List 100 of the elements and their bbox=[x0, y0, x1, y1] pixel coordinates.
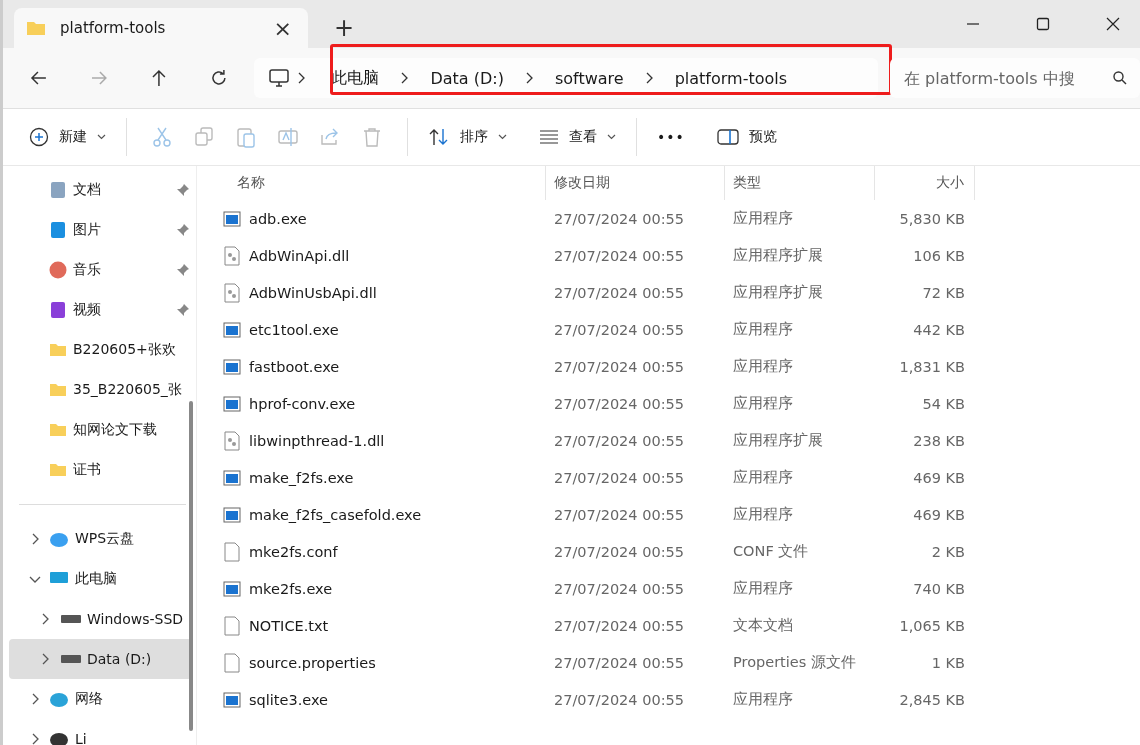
chevron-icon bbox=[645, 72, 653, 84]
caret-icon bbox=[97, 134, 106, 140]
scrollbar[interactable] bbox=[189, 401, 193, 731]
caret-icon bbox=[607, 134, 616, 140]
date-cell-text: 27/07/2024 00:55 bbox=[553, 617, 685, 634]
application-icon bbox=[223, 504, 241, 525]
date-cell-text: 27/07/2024 00:55 bbox=[553, 506, 685, 523]
file-name-cell[interactable]: libwinpthread-1.dll bbox=[203, 430, 546, 451]
date-cell-text: 27/07/2024 00:55 bbox=[553, 654, 685, 671]
folder-icon bbox=[49, 381, 67, 399]
close-tab-button[interactable]: × bbox=[267, 15, 298, 41]
breadcrumb-item[interactable]: platform-tools bbox=[674, 68, 788, 88]
tab-title: platform-tools bbox=[60, 19, 167, 37]
breadcrumb-item[interactable]: software bbox=[554, 68, 624, 88]
chevron-icon bbox=[525, 72, 533, 84]
size-cell-text: 1,831 KB bbox=[898, 358, 966, 375]
gear-file-icon bbox=[223, 282, 241, 303]
file-name-cell[interactable]: AdbWinApi.dll bbox=[203, 245, 546, 266]
application-icon bbox=[223, 393, 241, 414]
date-cell-text: 27/07/2024 00:55 bbox=[553, 284, 685, 301]
file-name-cell[interactable]: NOTICE.txt bbox=[203, 615, 546, 636]
sidebar-item[interactable]: 35_B220605_张 bbox=[3, 370, 196, 410]
sidebar-item[interactable]: 视频 bbox=[3, 290, 196, 330]
more-button[interactable]: ••• bbox=[651, 123, 691, 151]
delete-icon[interactable] bbox=[361, 126, 383, 148]
tree-item[interactable]: 此电脑 bbox=[9, 559, 192, 599]
search-field[interactable]: 在 platform-tools 中搜 bbox=[890, 58, 1140, 98]
file-name-cell[interactable]: mke2fs.exe bbox=[203, 578, 546, 599]
file-name-cell[interactable]: make_f2fs.exe bbox=[203, 467, 546, 488]
date-cell-text: 27/07/2024 00:55 bbox=[553, 469, 685, 486]
new-button[interactable]: 新建 bbox=[23, 121, 112, 153]
date-cell-text: 27/07/2024 00:55 bbox=[553, 210, 685, 227]
maximize-icon[interactable] bbox=[1036, 17, 1050, 31]
gear-file-icon bbox=[223, 430, 241, 451]
size-cell-text: 469 KB bbox=[912, 506, 966, 523]
chevron-icon bbox=[41, 653, 49, 665]
file-name-cell[interactable]: hprof-conv.exe bbox=[203, 393, 546, 414]
type-cell-text: 文本文档 bbox=[732, 616, 794, 635]
type-cell-text: 应用程序扩展 bbox=[732, 283, 824, 302]
file-icon bbox=[223, 652, 241, 673]
file-name-cell[interactable]: etc1tool.exe bbox=[203, 319, 546, 340]
tree-item[interactable]: Li bbox=[9, 719, 192, 745]
preview-button[interactable]: 预览 bbox=[710, 122, 783, 152]
date-cell-text: 27/07/2024 00:55 bbox=[553, 358, 685, 375]
column-header[interactable]: 修改日期 bbox=[546, 166, 725, 200]
breadcrumb-item[interactable]: Data (D:) bbox=[430, 68, 504, 88]
type-cell-text: 应用程序 bbox=[732, 505, 794, 524]
sidebar-item[interactable]: 音乐 bbox=[3, 250, 196, 290]
folder-icon bbox=[26, 20, 46, 36]
size-cell-text: 54 KB bbox=[921, 395, 966, 412]
application-icon bbox=[223, 319, 241, 340]
file-name-cell[interactable]: make_f2fs_casefold.exe bbox=[203, 504, 546, 525]
sidebar-item[interactable]: 文档 bbox=[3, 170, 196, 210]
size-cell-text: 2 KB bbox=[930, 543, 966, 560]
cut-icon[interactable] bbox=[151, 126, 173, 148]
tree-item[interactable]: Data (D:) bbox=[9, 639, 192, 679]
file-name-cell[interactable]: sqlite3.exe bbox=[203, 689, 546, 710]
sidebar-item[interactable]: 知网论文下载 bbox=[3, 410, 196, 450]
type-cell-text: 应用程序 bbox=[732, 468, 794, 487]
copy-icon[interactable] bbox=[193, 126, 215, 148]
rename-icon[interactable] bbox=[277, 126, 299, 148]
file-icon bbox=[223, 615, 241, 636]
date-cell-text: 27/07/2024 00:55 bbox=[553, 543, 685, 560]
size-cell-text: 1 KB bbox=[930, 654, 966, 671]
application-icon bbox=[223, 467, 241, 488]
tree-item[interactable]: Windows-SSD bbox=[9, 599, 192, 639]
column-header[interactable]: 大小 bbox=[875, 166, 975, 200]
file-name-cell[interactable]: mke2fs.conf bbox=[203, 541, 546, 562]
chevron-icon bbox=[31, 533, 39, 545]
column-header[interactable]: 类型 bbox=[725, 166, 875, 200]
paste-icon[interactable] bbox=[235, 126, 257, 148]
application-icon bbox=[223, 356, 241, 377]
size-cell-text: 2,845 KB bbox=[898, 691, 966, 708]
sort-button[interactable]: 排序 bbox=[422, 121, 513, 153]
size-cell-text: 442 KB bbox=[912, 321, 966, 338]
view-button[interactable]: 查看 bbox=[533, 122, 622, 152]
tree-item[interactable]: 网络 bbox=[9, 679, 192, 719]
file-name-cell[interactable]: AdbWinUsbApi.dll bbox=[203, 282, 546, 303]
size-cell-text: 238 KB bbox=[912, 432, 966, 449]
search-icon bbox=[1112, 70, 1128, 86]
close-icon[interactable] bbox=[1106, 17, 1120, 31]
type-cell-text: 应用程序扩展 bbox=[732, 246, 824, 265]
application-icon bbox=[223, 578, 241, 599]
list-icon bbox=[539, 129, 559, 145]
expanded-chevron-icon bbox=[29, 575, 41, 583]
sidebar-item[interactable]: B220605+张欢 bbox=[3, 330, 196, 370]
tree-item[interactable]: WPS云盘 bbox=[9, 519, 192, 559]
chevron-icon bbox=[298, 72, 306, 84]
sidebar-item[interactable]: 证书 bbox=[3, 450, 196, 490]
column-header[interactable]: 名称 bbox=[203, 166, 546, 200]
sidebar-item[interactable]: 图片 bbox=[3, 210, 196, 250]
window-tab[interactable]: platform-tools × bbox=[14, 8, 308, 48]
type-cell-text: 应用程序扩展 bbox=[732, 431, 824, 450]
file-name-cell[interactable]: source.properties bbox=[203, 652, 546, 673]
new-tab-button[interactable]: + bbox=[328, 14, 361, 42]
date-cell-text: 27/07/2024 00:55 bbox=[553, 580, 685, 597]
caret-icon bbox=[498, 134, 507, 140]
file-name-cell[interactable]: fastboot.exe bbox=[203, 356, 546, 377]
file-name-cell[interactable]: adb.exe bbox=[203, 208, 546, 229]
chevron-icon bbox=[31, 693, 39, 705]
